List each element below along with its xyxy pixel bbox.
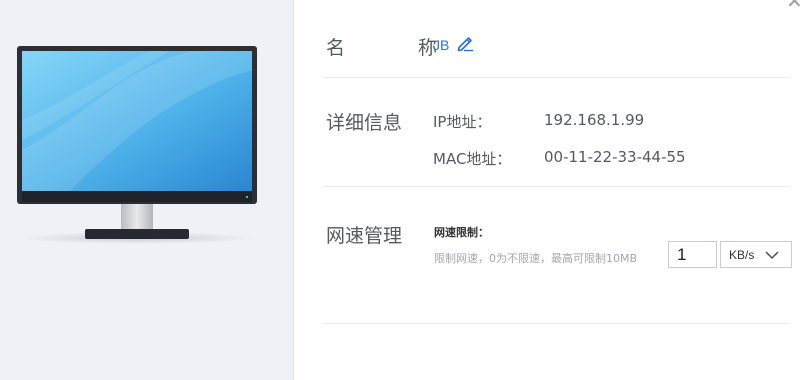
- chevron-down-icon: [765, 251, 779, 260]
- speed-limit-hint: 限制网速，0为不限速，最高可限制10MB: [434, 252, 638, 265]
- divider: [323, 323, 790, 324]
- monitor-icon: [17, 46, 257, 244]
- device-name-value: JB: [433, 37, 450, 53]
- speed-unit-select[interactable]: KB/s: [720, 241, 792, 268]
- device-image-panel: [0, 0, 294, 380]
- pencil-edit-icon[interactable]: [455, 33, 475, 53]
- ip-value: 192.168.1.99: [544, 111, 645, 129]
- speed-limit-input[interactable]: [668, 241, 717, 268]
- divider: [323, 77, 790, 78]
- ip-label: IP地址：: [433, 113, 492, 131]
- mac-label: MAC地址：: [433, 150, 512, 168]
- speed-section-label: 网速管理: [326, 225, 403, 247]
- speed-limit-title: 网速限制：: [434, 226, 489, 239]
- speed-unit-value: KB/s: [729, 248, 755, 262]
- mac-value: 00-11-22-33-44-55: [544, 148, 686, 166]
- close-icon[interactable]: ✕: [786, 0, 804, 11]
- details-section-label: 详细信息: [326, 112, 403, 134]
- divider: [323, 186, 790, 187]
